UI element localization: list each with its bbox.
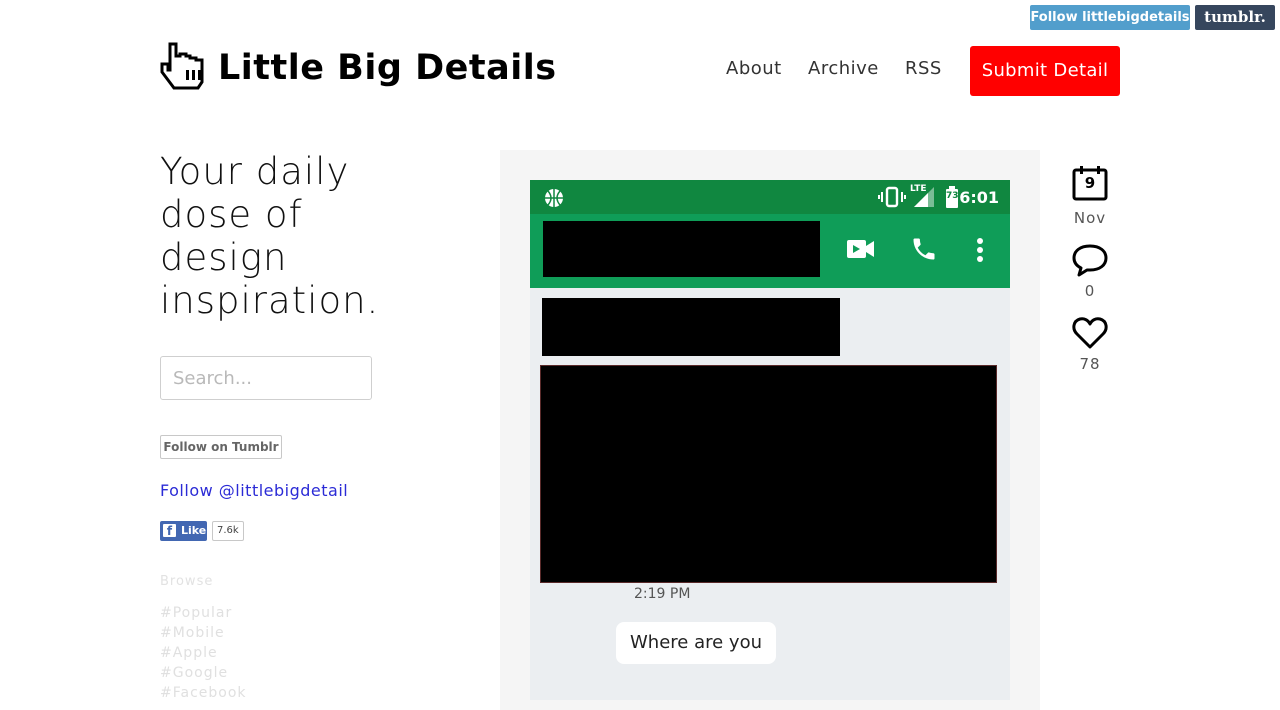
chat-app-bar (530, 214, 1010, 288)
submit-detail-button[interactable]: Submit Detail (970, 46, 1120, 96)
video-call-icon (847, 240, 874, 258)
phone-status-bar: LTE 73 6:01 (530, 180, 1010, 214)
search-input[interactable] (160, 356, 372, 400)
lte-label: LTE (910, 184, 927, 194)
site-title[interactable]: Little Big Details (218, 48, 557, 88)
browse-item-apple[interactable]: #Apple (160, 643, 247, 663)
facebook-like-label: Like (181, 524, 207, 537)
facebook-like-button[interactable]: f Like (160, 521, 207, 541)
status-time: 6:01 (959, 188, 999, 207)
browse-item-google[interactable]: #Google (160, 663, 247, 683)
browse-item-facebook[interactable]: #Facebook (160, 683, 247, 703)
tagline: Your daily dose of design inspiration. (160, 150, 380, 322)
follow-littlebigdetails-button[interactable]: Follow littlebigdetails (1030, 5, 1190, 30)
post-day: 9 (1084, 174, 1096, 192)
browse-item-mobile[interactable]: #Mobile (160, 623, 247, 643)
follow-twitter-link[interactable]: Follow @littlebigdetail (160, 481, 348, 500)
phone-call-icon (913, 238, 935, 260)
message-timestamp: 2:19 PM (634, 586, 691, 602)
heart-icon[interactable] (1072, 315, 1108, 351)
more-vert-icon (977, 238, 983, 262)
browse-list: #Popular #Mobile #Apple #Google #Faceboo… (160, 603, 247, 703)
nav-about[interactable]: About (726, 58, 782, 79)
redacted-message (542, 298, 840, 356)
redacted-image (540, 365, 997, 583)
like-count: 78 (1079, 355, 1101, 373)
tumblr-logo-button[interactable]: tumblr. (1195, 5, 1275, 30)
comment-count: 0 (1084, 282, 1096, 300)
nav-archive[interactable]: Archive (808, 58, 879, 79)
comment-icon[interactable] (1072, 242, 1108, 278)
vibrate-icon (878, 186, 906, 208)
facebook-icon: f (163, 524, 176, 538)
message-bubble: Where are you (616, 622, 776, 664)
battery-level: 73 (946, 191, 959, 201)
basketball-notification-icon (545, 189, 563, 207)
browse-label: Browse (160, 574, 214, 589)
redacted-contact-name (543, 221, 820, 277)
nav-rss[interactable]: RSS (905, 58, 942, 79)
post-screenshot: LTE 73 6:01 2:19 PM Where are you (530, 180, 1010, 700)
browse-item-popular[interactable]: #Popular (160, 603, 247, 623)
facebook-like-count: 7.6k (212, 521, 244, 541)
pixel-hand-cursor-icon[interactable] (160, 40, 210, 90)
post-month: Nov (1073, 209, 1107, 227)
follow-on-tumblr-button[interactable]: Follow on Tumblr (160, 435, 282, 459)
